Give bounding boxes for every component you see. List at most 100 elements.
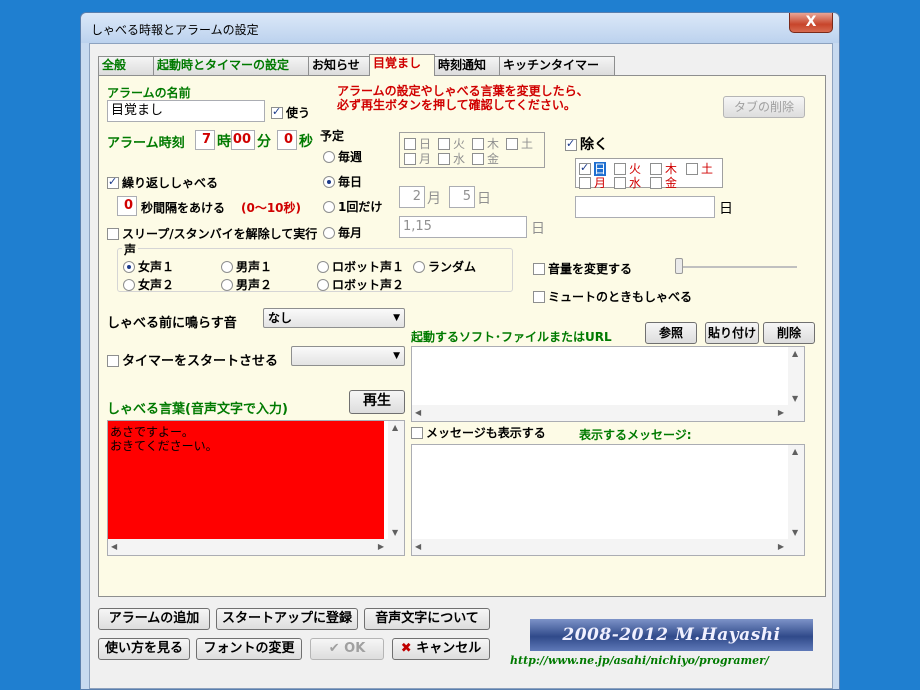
mute-speak-checkbox[interactable]: ミュートのときもしゃべる [533, 288, 692, 305]
once-day-input[interactable]: 5 [449, 186, 475, 208]
weekly-day-mon[interactable]: 月 [404, 150, 431, 167]
checkbox-icon [686, 163, 698, 175]
repeat-interval-input[interactable]: 0 [117, 196, 137, 216]
schedule-monthly[interactable]: 毎月 [323, 224, 362, 241]
scroll-right-icon[interactable]: ▶ [378, 542, 384, 551]
paste-button[interactable]: 貼り付け [705, 322, 759, 344]
message-hscroll[interactable]: ◀ ▶ [412, 539, 804, 555]
second-input[interactable]: 0 [277, 130, 297, 150]
voice-male2[interactable]: 男声２ [221, 276, 272, 293]
message-vscroll[interactable]: ▲ ▼ [788, 445, 804, 539]
schedule-weekly[interactable]: 毎週 [323, 148, 362, 165]
exclude-day-fri[interactable]: 金 [650, 174, 677, 191]
scroll-down-icon[interactable]: ▼ [792, 394, 798, 403]
scroll-up-icon[interactable]: ▲ [392, 423, 398, 432]
author-banner: 2008-2012 M.Hayashi [530, 619, 813, 651]
show-message-label: メッセージも表示する [426, 426, 546, 440]
show-message-checkbox[interactable]: メッセージも表示する [411, 424, 546, 441]
volume-slider-thumb[interactable] [675, 258, 683, 274]
timer-select[interactable]: ▼ [291, 346, 405, 366]
monthly-days-input[interactable]: 1,15 [399, 216, 527, 238]
volume-checkbox[interactable]: 音量を変更する [533, 260, 632, 277]
voice-female2[interactable]: 女声２ [123, 276, 174, 293]
weekly-day-sat[interactable]: 土 [506, 135, 533, 152]
speech-vscroll[interactable]: ▲ ▼ [388, 421, 404, 539]
startup-register-button[interactable]: スタートアップに登録 [216, 608, 358, 630]
scroll-left-icon[interactable]: ◀ [111, 542, 117, 551]
tab-startup-timer[interactable]: 起動時とタイマーの設定 [153, 56, 309, 75]
howto-button[interactable]: 使い方を見る [98, 638, 190, 660]
voice-female1[interactable]: 女声１ [123, 258, 174, 275]
tab-kitchen-timer[interactable]: キッチンタイマー [499, 56, 615, 75]
scroll-up-icon[interactable]: ▲ [792, 349, 798, 358]
ok-label: OK [344, 641, 366, 656]
tab-general[interactable]: 全般 [98, 56, 154, 75]
scroll-right-icon[interactable]: ▶ [778, 408, 784, 417]
add-alarm-button[interactable]: アラームの追加 [98, 608, 210, 630]
scroll-left-icon[interactable]: ◀ [415, 408, 421, 417]
radio-icon [123, 279, 135, 291]
once-month-input[interactable]: 2 [399, 186, 425, 208]
scroll-down-icon[interactable]: ▼ [792, 528, 798, 537]
mute-label: ミュートのときもしゃべる [548, 290, 693, 304]
voice-robot2[interactable]: ロボット声２ [317, 276, 404, 293]
play-button[interactable]: 再生 [349, 390, 405, 414]
launch-textarea[interactable]: ▲ ▼ ◀ ▶ [411, 346, 805, 422]
message-textarea[interactable]: ▲ ▼ ◀ ▶ [411, 444, 805, 556]
weekly-radio-icon [323, 151, 335, 163]
sleep-wake-checkbox[interactable]: スリープ/スタンバイを解除して実行 [107, 225, 317, 242]
volume-label: 音量を変更する [548, 262, 633, 276]
day-label: 木 [487, 137, 500, 151]
exclude-day-mon[interactable]: 月 [579, 174, 606, 191]
weekly-day-fri[interactable]: 金 [472, 150, 499, 167]
pre-sound-select[interactable]: なし ▼ [263, 308, 405, 328]
delete-launch-button[interactable]: 削除 [763, 322, 815, 344]
use-checkbox[interactable]: 使う [271, 104, 310, 121]
exclude-day-sat[interactable]: 土 [686, 160, 713, 177]
weekly-day-wed[interactable]: 水 [438, 150, 465, 167]
launch-vscroll[interactable]: ▲ ▼ [788, 347, 804, 405]
tab-time-notify[interactable]: 時刻通知 [434, 56, 500, 75]
voice-robot1[interactable]: ロボット声１ [317, 258, 404, 275]
timer-start-checkbox[interactable]: タイマーをスタートさせる [107, 350, 278, 369]
once-day-unit: 日 [477, 191, 491, 207]
browse-button[interactable]: 参照 [645, 322, 697, 344]
voice-random[interactable]: ランダム [413, 258, 476, 275]
speech-textarea[interactable]: あさですよー。 おきてくださーい。 ▲ ▼ ◀ ▶ [107, 420, 405, 556]
minute-input[interactable]: 00 [231, 130, 255, 150]
exclude-checkbox[interactable]: 除く [565, 134, 608, 154]
scroll-right-icon[interactable]: ▶ [778, 542, 784, 551]
weekly-days-box: 日 火 木 土 月 水 金 [399, 132, 545, 168]
title-bar[interactable]: しゃべる時報とアラームの設定 X [81, 13, 839, 43]
scroll-down-icon[interactable]: ▼ [392, 528, 398, 537]
font-change-button[interactable]: フォントの変更 [196, 638, 302, 660]
voice-male1[interactable]: 男声１ [221, 258, 272, 275]
close-button[interactable]: X [789, 13, 833, 33]
launch-hscroll[interactable]: ◀ ▶ [412, 405, 804, 421]
tab-wakeup[interactable]: 目覚まし [369, 54, 435, 76]
hour-input[interactable]: 7 [195, 130, 215, 150]
voice-chars-button[interactable]: 音声文字について [364, 608, 490, 630]
speech-hscroll[interactable]: ◀ ▶ [108, 539, 404, 555]
checkbox-icon [472, 153, 484, 165]
scroll-left-icon[interactable]: ◀ [415, 542, 421, 551]
ok-button[interactable]: ✔ OK [310, 638, 384, 660]
use-label: 使う [286, 106, 311, 120]
delete-tab-button[interactable]: タブの削除 [723, 96, 805, 118]
sleep-label: スリープ/スタンバイを解除して実行 [122, 227, 318, 241]
day-label: 日 [419, 137, 432, 151]
scroll-up-icon[interactable]: ▲ [792, 447, 798, 456]
cancel-button[interactable]: ✖ キャンセル [392, 638, 490, 660]
radio-icon [123, 261, 135, 273]
schedule-daily[interactable]: 毎日 [323, 173, 362, 190]
pre-sound-label: しゃべる前に鳴らす音 [107, 316, 237, 331]
exclude-date-input[interactable] [575, 196, 715, 218]
exclude-day-wed[interactable]: 水 [614, 174, 641, 191]
tab-notice[interactable]: お知らせ [308, 56, 370, 75]
repeat-checkbox[interactable]: 繰り返ししゃべる [107, 174, 218, 191]
homepage-url[interactable]: http://www.ne.jp/asahi/nichiyo/programer… [510, 654, 769, 667]
radio-icon [317, 261, 329, 273]
checkbox-icon [438, 138, 450, 150]
schedule-once[interactable]: 1回だけ [323, 198, 382, 215]
alarm-name-input[interactable]: 目覚まし [107, 100, 265, 122]
